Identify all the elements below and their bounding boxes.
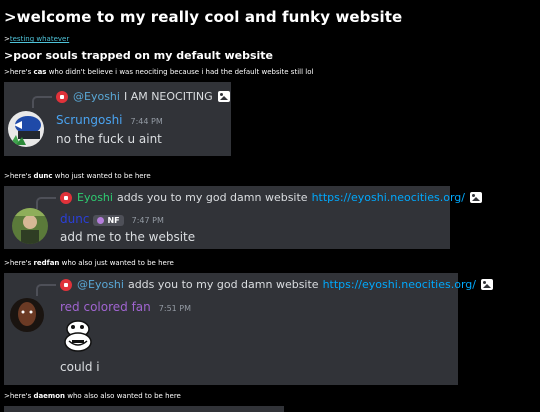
image-icon xyxy=(480,279,493,290)
username[interactable]: dunc xyxy=(60,212,89,226)
message-header: Scrungoshi 7:44 PM xyxy=(56,113,163,127)
intro-name: redfan xyxy=(33,259,60,267)
username[interactable]: red colored fan xyxy=(60,300,151,314)
entry-intro-redfan: >here's redfan who also just wanted to b… xyxy=(4,259,540,267)
discord-screenshot-cas: @Eyoshi I AM NEOCITING Scrungoshi 7:44 PM… xyxy=(4,82,231,156)
entry-intro-daemon: >here's daemon who also also wanted to b… xyxy=(4,392,540,400)
intro-name: daemon xyxy=(33,392,66,400)
message-text: no the fuck u aint xyxy=(56,132,162,146)
username[interactable]: Scrungoshi xyxy=(56,113,123,127)
timestamp: 7:47 PM xyxy=(131,216,164,225)
reply-text: adds you to my god damn website xyxy=(116,191,308,204)
intro-suffix: who also also wanted to be here xyxy=(65,392,181,400)
entry-intro-dunc: >here's dunc who just wanted to be here xyxy=(4,172,540,180)
discord-screenshot-dunc: Eyoshi adds you to my god damn website h… xyxy=(4,186,482,249)
message-header: dunc NF 7:47 PM xyxy=(60,212,164,226)
intro-name: cas xyxy=(33,68,47,76)
message-header: red colored fan 7:51 PM xyxy=(60,300,191,314)
link-line: >testing whatever xyxy=(4,35,540,43)
intro-prefix: >here's xyxy=(4,68,34,76)
avatar-dice-icon xyxy=(56,90,68,103)
reply-text: I AM NEOCITING xyxy=(123,90,213,103)
avatar xyxy=(10,298,44,332)
avatar xyxy=(12,208,48,244)
discord-screenshot-daemon xyxy=(4,406,284,412)
reply-connector xyxy=(32,96,52,108)
reply-author: @Eyoshi xyxy=(77,278,124,291)
message-text: add me to the website xyxy=(60,230,196,244)
sticker-image xyxy=(60,319,96,353)
image-icon xyxy=(217,91,230,102)
reply-connector xyxy=(36,197,56,209)
page-title: >welcome to my really cool and funky web… xyxy=(4,8,403,26)
reply-link[interactable]: https://eyoshi.neocities.org/ xyxy=(312,191,465,204)
reply-line: @Eyoshi I AM NEOCITING xyxy=(32,90,230,108)
testing-link[interactable]: testing whatever xyxy=(10,35,69,43)
image-icon xyxy=(469,192,482,203)
timestamp: 7:51 PM xyxy=(158,304,192,313)
avatar-dice-icon xyxy=(60,191,72,204)
intro-prefix: >here's xyxy=(4,259,34,267)
page: >welcome to my really cool and funky web… xyxy=(0,0,540,412)
intro-name: dunc xyxy=(33,172,53,180)
reply-line: @Eyoshi adds you to my god damn website … xyxy=(36,278,493,296)
reply-line: Eyoshi adds you to my god damn website h… xyxy=(36,191,482,209)
message-text: could i xyxy=(60,360,100,374)
nitro-badge-icon: NF xyxy=(93,215,124,226)
reply-text: adds you to my god damn website xyxy=(127,278,319,291)
reply-link[interactable]: https://eyoshi.neocities.org/ xyxy=(323,278,476,291)
reply-author: @Eyoshi xyxy=(73,90,120,103)
discord-screenshot-redfan: @Eyoshi adds you to my god damn website … xyxy=(4,273,493,385)
intro-prefix: >here's xyxy=(4,392,34,400)
reply-author: Eyoshi xyxy=(77,191,113,204)
entry-intro-cas: >here's cas who didn't believe i was neo… xyxy=(4,68,540,76)
avatar xyxy=(8,111,44,147)
intro-suffix: who also just wanted to be here xyxy=(59,259,174,267)
reply-connector xyxy=(36,284,56,296)
badge-label: NF xyxy=(107,216,120,225)
intro-prefix: >here's xyxy=(4,172,34,180)
intro-suffix: who just wanted to be here xyxy=(52,172,151,180)
avatar-dice-icon xyxy=(60,278,72,291)
page-subtitle: >poor souls trapped on my default websit… xyxy=(4,49,274,62)
timestamp: 7:44 PM xyxy=(130,117,163,126)
intro-suffix: who didn't believe i was neociting becau… xyxy=(46,68,314,76)
